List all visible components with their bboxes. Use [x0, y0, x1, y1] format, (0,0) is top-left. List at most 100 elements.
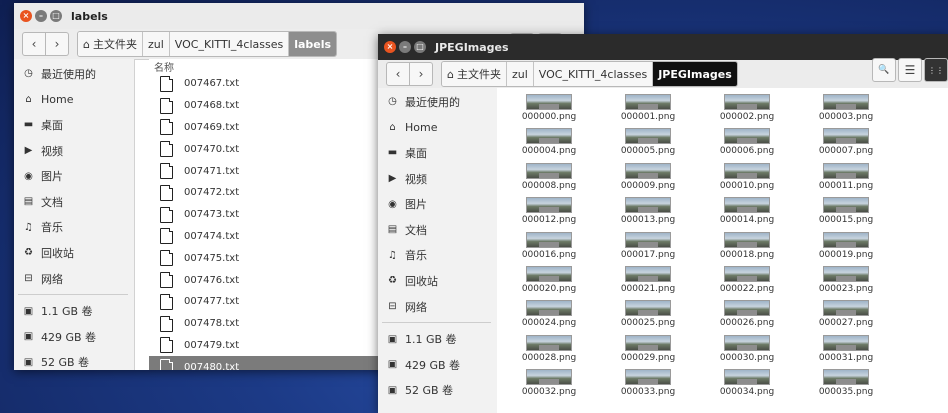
breadcrumb-labels[interactable]: labels	[289, 32, 337, 56]
image-item[interactable]: 000022.png	[698, 265, 796, 300]
image-item[interactable]: 000014.png	[698, 197, 796, 231]
clock-icon: ◷	[388, 96, 397, 108]
breadcrumb-home[interactable]: ⌂ 主文件夹	[78, 32, 143, 56]
minimize-icon[interactable]: –	[35, 10, 47, 22]
image-item[interactable]: 000035.png	[797, 369, 895, 403]
image-item[interactable]: 000030.png	[698, 334, 796, 369]
breadcrumb-zul[interactable]: zul	[506, 62, 534, 86]
image-item[interactable]: 000026.png	[698, 300, 796, 334]
trash-icon: ♻	[24, 247, 33, 259]
sidebar-item[interactable]: ◷ 最近使用的	[14, 61, 134, 87]
image-item[interactable]: 000019.png	[797, 231, 895, 266]
file-name: 007475.txt	[184, 252, 240, 264]
image-item[interactable]: 000001.png	[599, 94, 697, 128]
breadcrumb-zul[interactable]: zul	[142, 32, 170, 56]
image-thumbnail	[625, 231, 671, 248]
minimize-icon[interactable]: –	[399, 41, 411, 53]
sidebar-item[interactable]: ▣ 1.1 GB 卷	[378, 326, 497, 352]
image-thumbnail	[526, 128, 572, 145]
text-file-icon	[160, 359, 173, 370]
sidebar-item[interactable]: ♫ 音乐	[14, 215, 134, 241]
image-item[interactable]: 000033.png	[599, 369, 697, 403]
image-item[interactable]: 000025.png	[599, 300, 697, 334]
image-item[interactable]: 000006.png	[698, 128, 796, 162]
sidebar-item[interactable]: ▶ 视频	[378, 166, 497, 192]
sidebar-item[interactable]: ▤ 文档	[14, 189, 134, 215]
image-item[interactable]: 000013.png	[599, 197, 697, 231]
close-icon[interactable]: ×	[384, 41, 396, 53]
image-item[interactable]: 000023.png	[797, 265, 895, 300]
sidebar-item[interactable]: ▣ 52 GB 卷	[14, 350, 134, 370]
maximize-icon[interactable]: □	[50, 10, 62, 22]
breadcrumb-label: 主文件夹	[92, 38, 137, 51]
image-item[interactable]: 000020.png	[500, 265, 598, 300]
labels-titlebar[interactable]: × – □ labels	[14, 3, 584, 29]
close-icon[interactable]: ×	[20, 10, 32, 22]
breadcrumb-home[interactable]: ⌂ 主文件夹	[442, 62, 507, 86]
sidebar-item-label: 文档	[405, 223, 427, 237]
file-name: 007479.txt	[184, 339, 240, 351]
image-item[interactable]: 000032.png	[500, 369, 598, 403]
image-item[interactable]: 000017.png	[599, 231, 697, 266]
image-item[interactable]: 000021.png	[599, 265, 697, 300]
sidebar-item-label: 桌面	[41, 118, 63, 132]
sidebar-item[interactable]: ⊟ 网络	[14, 266, 134, 292]
image-item[interactable]: 000011.png	[797, 162, 895, 197]
image-item[interactable]: 000024.png	[500, 300, 598, 334]
image-item[interactable]: 000018.png	[698, 231, 796, 266]
image-item[interactable]: 000009.png	[599, 162, 697, 197]
image-item[interactable]: 000003.png	[797, 94, 895, 128]
image-thumbnail	[526, 300, 572, 317]
list-view-button[interactable]: ☰	[898, 58, 922, 82]
sidebar-item[interactable]: ▬ 桌面	[378, 140, 497, 166]
image-thumbnail	[724, 197, 770, 214]
image-item[interactable]: 000015.png	[797, 197, 895, 231]
back-button[interactable]: ‹	[22, 32, 46, 56]
jpeg-titlebar[interactable]: × – □ JPEGImages	[378, 34, 948, 60]
sidebar-item[interactable]: ◉ 图片	[14, 163, 134, 189]
sidebar-item[interactable]: ⊟ 网络	[378, 294, 497, 320]
image-item[interactable]: 000034.png	[698, 369, 796, 403]
breadcrumb-jpegimages[interactable]: JPEGImages	[653, 62, 737, 86]
image-item[interactable]: 000016.png	[500, 231, 598, 266]
image-item[interactable]: 000002.png	[698, 94, 796, 128]
sidebar-item[interactable]: ♫ 音乐	[378, 243, 497, 269]
image-item[interactable]: 000012.png	[500, 197, 598, 231]
sidebar-item[interactable]: ▣ 1.1 GB 卷	[14, 298, 134, 324]
sidebar-item[interactable]: ♻ 回收站	[378, 268, 497, 294]
text-file-icon	[160, 272, 173, 289]
image-item[interactable]: 000005.png	[599, 128, 697, 162]
breadcrumb-voc[interactable]: VOC_KITTI_4classes	[533, 62, 654, 86]
sidebar-item[interactable]: ⌂ Home	[378, 115, 497, 141]
sidebar-item[interactable]: ⌂ Home	[14, 87, 134, 113]
breadcrumb-voc[interactable]: VOC_KITTI_4classes	[169, 32, 290, 56]
breadcrumb-label: 主文件夹	[456, 68, 501, 81]
sidebar-item[interactable]: ♻ 回收站	[14, 240, 134, 266]
back-button[interactable]: ‹	[386, 62, 410, 86]
sidebar-item[interactable]: ◉ 图片	[378, 191, 497, 217]
image-item[interactable]: 000029.png	[599, 334, 697, 369]
drive-icon: ▣	[23, 331, 34, 343]
forward-button[interactable]: ›	[46, 32, 69, 56]
sidebar-item[interactable]: ▣ 52 GB 卷	[378, 378, 497, 404]
image-item[interactable]: 000004.png	[500, 128, 598, 162]
sidebar-item[interactable]: ▣ 429 GB 卷	[14, 324, 134, 350]
maximize-icon[interactable]: □	[414, 41, 426, 53]
forward-button[interactable]: ›	[410, 62, 433, 86]
image-item[interactable]: 000007.png	[797, 128, 895, 162]
sidebar-item[interactable]: ◷ 最近使用的	[378, 89, 497, 115]
grid-view-button[interactable]: ⋮⋮	[924, 58, 948, 82]
sidebar-item-label: 52 GB 卷	[41, 356, 90, 370]
image-item[interactable]: 000010.png	[698, 162, 796, 197]
sidebar-item-label: 音乐	[41, 221, 63, 235]
image-item[interactable]: 000008.png	[500, 162, 598, 197]
sidebar-item[interactable]: ▣ 429 GB 卷	[378, 352, 497, 378]
sidebar-item[interactable]: ▶ 视频	[14, 138, 134, 164]
sidebar-item[interactable]: ▤ 文档	[378, 217, 497, 243]
image-item[interactable]: 000031.png	[797, 334, 895, 369]
sidebar-item[interactable]: ▬ 桌面	[14, 112, 134, 138]
search-button[interactable]: 🔍	[872, 58, 896, 82]
image-item[interactable]: 000028.png	[500, 334, 598, 369]
image-item[interactable]: 000000.png	[500, 94, 598, 128]
image-item[interactable]: 000027.png	[797, 300, 895, 334]
